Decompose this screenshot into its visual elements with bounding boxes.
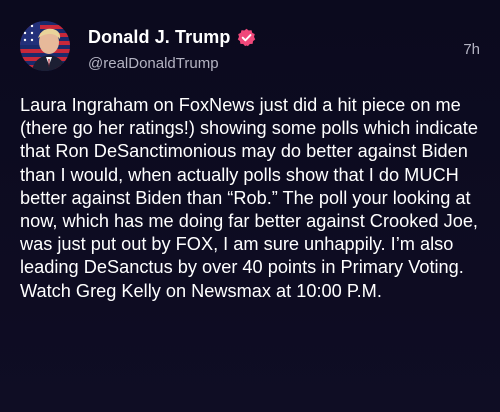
author-display-name[interactable]: Donald J. Trump bbox=[88, 27, 231, 48]
verified-badge-icon bbox=[237, 28, 256, 47]
avatar[interactable] bbox=[20, 21, 70, 71]
post-timestamp[interactable]: 7h bbox=[463, 41, 480, 58]
author-name-row: Donald J. Trump bbox=[88, 27, 256, 48]
author-handle[interactable]: @realDonaldTrump bbox=[88, 55, 219, 72]
post-body-text: Laura Ingraham on FoxNews just did a hit… bbox=[20, 95, 478, 301]
post-card: Donald J. Trump @realDonaldTrump 7h Laur… bbox=[0, 0, 500, 412]
